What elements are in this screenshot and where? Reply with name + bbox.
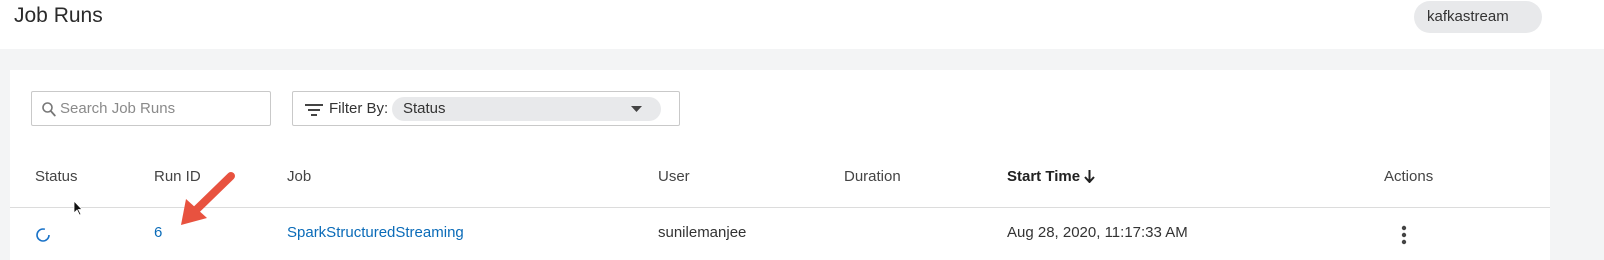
kebab-menu-icon[interactable] <box>1401 225 1407 245</box>
search-icon <box>42 102 56 117</box>
mouse-cursor-icon <box>73 200 83 216</box>
job-link[interactable]: SparkStructuredStreaming <box>287 224 464 241</box>
run-id-link[interactable]: 6 <box>154 224 162 241</box>
dropdown-caret-icon <box>631 106 642 112</box>
column-header-user[interactable]: User <box>658 168 690 185</box>
annotation-arrow-icon <box>181 172 235 225</box>
job-runs-card: Filter By: Status Status Run ID Job User… <box>10 70 1550 260</box>
page-title: Job Runs <box>14 4 103 27</box>
column-header-actions: Actions <box>1384 168 1434 185</box>
sort-descending-arrow-icon <box>1084 170 1095 184</box>
running-spinner-icon <box>36 228 50 242</box>
search-box[interactable] <box>31 91 271 126</box>
filter-icon <box>305 104 323 116</box>
filter-box[interactable]: Filter By: Status <box>292 91 680 126</box>
column-header-status[interactable]: Status <box>35 168 78 185</box>
column-header-duration[interactable]: Duration <box>844 168 901 185</box>
top-bar: Job Runs kafkastream <box>0 0 1604 49</box>
status-filter-value: Status <box>403 100 446 117</box>
search-input[interactable] <box>60 92 265 125</box>
user-cell: sunilemanjee <box>658 224 747 241</box>
column-header-job[interactable]: Job <box>287 168 311 185</box>
start-time-cell: Aug 28, 2020, 11:17:33 AM <box>1007 224 1188 241</box>
column-header-start-time-label: Start Time <box>1007 168 1081 185</box>
environment-badge[interactable]: kafkastream <box>1414 1 1542 33</box>
column-header-start-time[interactable]: Start Time <box>1007 168 1095 185</box>
status-filter-select[interactable]: Status <box>392 97 661 121</box>
filter-label: Filter By: <box>329 100 389 117</box>
table-header-divider <box>10 207 1550 208</box>
